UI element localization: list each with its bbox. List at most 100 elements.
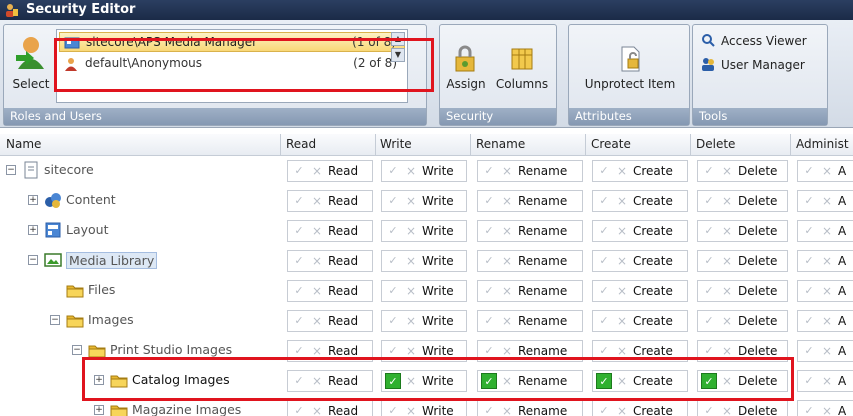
deny-cross-icon[interactable]: × [500, 343, 514, 359]
deny-cross-icon[interactable]: × [500, 283, 514, 299]
user-manager-button[interactable]: User Manager [701, 57, 805, 72]
allow-check-icon[interactable]: ✓ [801, 193, 817, 209]
collapse-icon[interactable]: − [6, 165, 16, 175]
allow-check-icon[interactable]: ✓ [385, 283, 401, 299]
tree-node-label[interactable]: Print Studio Images [110, 342, 232, 357]
table-row[interactable]: + Layout ✓ × Read ✓ × Write ✓ × Rename ✓ × Create ✓ × De… [0, 216, 853, 246]
tree-node-label[interactable]: Catalog Images [132, 372, 230, 387]
deny-cross-icon[interactable]: × [404, 283, 418, 299]
tree-node-label[interactable]: Images [88, 312, 134, 327]
allow-check-icon[interactable]: ✓ [481, 403, 497, 416]
allow-check-icon[interactable]: ✓ [291, 403, 307, 416]
allow-check-icon[interactable]: ✓ [701, 223, 717, 239]
column-header-create[interactable]: Create [591, 137, 631, 151]
deny-cross-icon[interactable]: × [404, 163, 418, 179]
allow-check-icon[interactable]: ✓ [291, 193, 307, 209]
allow-check-icon[interactable]: ✓ [481, 343, 497, 359]
tree-node-label[interactable]: Content [66, 192, 116, 207]
allow-check-icon[interactable]: ✓ [701, 283, 717, 299]
tree-node[interactable]: + Catalog Images [0, 366, 280, 396]
deny-cross-icon[interactable]: × [615, 313, 629, 329]
allow-check-icon[interactable]: ✓ [701, 253, 717, 269]
allow-check-icon[interactable]: ✓ [385, 373, 401, 389]
deny-cross-icon[interactable]: × [820, 163, 834, 179]
allow-check-icon[interactable]: ✓ [481, 373, 497, 389]
deny-cross-icon[interactable]: × [615, 193, 629, 209]
column-header-name[interactable]: Name [6, 137, 41, 151]
allow-check-icon[interactable]: ✓ [291, 223, 307, 239]
allow-check-icon[interactable]: ✓ [385, 313, 401, 329]
allow-check-icon[interactable]: ✓ [596, 253, 612, 269]
tree-node[interactable]: − Print Studio Images [0, 336, 280, 366]
deny-cross-icon[interactable]: × [404, 403, 418, 416]
allow-check-icon[interactable]: ✓ [481, 193, 497, 209]
tree-node[interactable]: + Layout [0, 216, 280, 246]
allow-check-icon[interactable]: ✓ [801, 223, 817, 239]
deny-cross-icon[interactable]: × [404, 223, 418, 239]
expand-icon[interactable]: + [28, 195, 38, 205]
column-separator[interactable] [690, 134, 691, 156]
deny-cross-icon[interactable]: × [310, 223, 324, 239]
tree-node-label[interactable]: Media Library [66, 252, 158, 269]
allow-check-icon[interactable]: ✓ [385, 193, 401, 209]
deny-cross-icon[interactable]: × [310, 163, 324, 179]
deny-cross-icon[interactable]: × [615, 343, 629, 359]
deny-cross-icon[interactable]: × [615, 253, 629, 269]
deny-cross-icon[interactable]: × [310, 253, 324, 269]
allow-check-icon[interactable]: ✓ [596, 223, 612, 239]
tree-node[interactable]: + Magazine Images [0, 396, 280, 416]
deny-cross-icon[interactable]: × [615, 283, 629, 299]
column-separator[interactable] [585, 134, 586, 156]
user-list[interactable]: sitecore\APS Media Manager (1 of 8) defa… [56, 29, 408, 103]
allow-check-icon[interactable]: ✓ [291, 313, 307, 329]
user-row-anonymous[interactable]: default\Anonymous (2 of 8) [59, 54, 405, 74]
deny-cross-icon[interactable]: × [404, 193, 418, 209]
allow-check-icon[interactable]: ✓ [596, 313, 612, 329]
deny-cross-icon[interactable]: × [310, 373, 324, 389]
allow-check-icon[interactable]: ✓ [385, 253, 401, 269]
deny-cross-icon[interactable]: × [820, 223, 834, 239]
allow-check-icon[interactable]: ✓ [481, 283, 497, 299]
deny-cross-icon[interactable]: × [820, 403, 834, 416]
tree-node-label[interactable]: Magazine Images [132, 402, 241, 416]
table-row[interactable]: − Media Library ✓ × Read ✓ × Write ✓ × Rename ✓ × Cre… [0, 246, 853, 276]
access-viewer-button[interactable]: Access Viewer [701, 33, 807, 48]
allow-check-icon[interactable]: ✓ [291, 373, 307, 389]
allow-check-icon[interactable]: ✓ [385, 223, 401, 239]
tree-node[interactable]: − sitecore [0, 156, 280, 186]
allow-check-icon[interactable]: ✓ [291, 343, 307, 359]
deny-cross-icon[interactable]: × [500, 193, 514, 209]
deny-cross-icon[interactable]: × [720, 253, 734, 269]
allow-check-icon[interactable]: ✓ [801, 253, 817, 269]
deny-cross-icon[interactable]: × [820, 343, 834, 359]
deny-cross-icon[interactable]: × [500, 403, 514, 416]
deny-cross-icon[interactable]: × [720, 313, 734, 329]
scroll-up-icon[interactable]: ▲ [391, 32, 405, 46]
deny-cross-icon[interactable]: × [500, 253, 514, 269]
allow-check-icon[interactable]: ✓ [385, 163, 401, 179]
column-separator[interactable] [470, 134, 471, 156]
column-header-administer[interactable]: Administ [796, 137, 849, 151]
collapse-icon[interactable]: − [72, 345, 82, 355]
deny-cross-icon[interactable]: × [615, 223, 629, 239]
allow-check-icon[interactable]: ✓ [291, 253, 307, 269]
allow-check-icon[interactable]: ✓ [801, 343, 817, 359]
deny-cross-icon[interactable]: × [500, 223, 514, 239]
allow-check-icon[interactable]: ✓ [801, 283, 817, 299]
scroll-down-icon[interactable]: ▼ [391, 48, 405, 62]
deny-cross-icon[interactable]: × [500, 163, 514, 179]
deny-cross-icon[interactable]: × [615, 373, 629, 389]
allow-check-icon[interactable]: ✓ [385, 403, 401, 416]
allow-check-icon[interactable]: ✓ [701, 343, 717, 359]
deny-cross-icon[interactable]: × [404, 343, 418, 359]
column-separator[interactable] [375, 134, 376, 156]
allow-check-icon[interactable]: ✓ [701, 403, 717, 416]
user-list-scrollbar[interactable]: ▲ ▼ [391, 32, 405, 100]
column-separator[interactable] [790, 134, 791, 156]
tree-node[interactable]: + Content [0, 186, 280, 216]
allow-check-icon[interactable]: ✓ [596, 193, 612, 209]
deny-cross-icon[interactable]: × [500, 373, 514, 389]
tree-node-label[interactable]: sitecore [44, 162, 94, 177]
deny-cross-icon[interactable]: × [820, 253, 834, 269]
table-row[interactable]: + Catalog Images ✓ × Read ✓ × Write ✓ × Rename ✓ × Cr… [0, 366, 853, 396]
